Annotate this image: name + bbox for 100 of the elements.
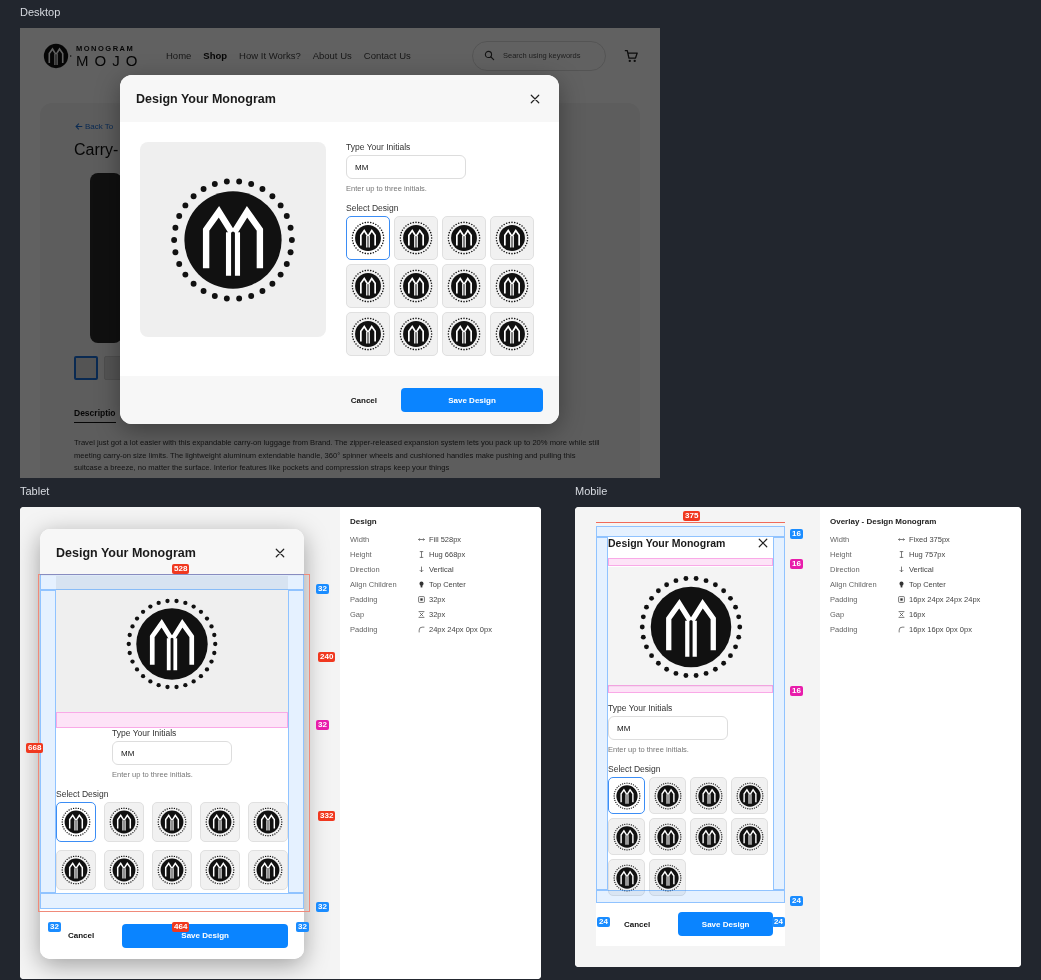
monogram-emblem-icon	[61, 807, 91, 837]
monogram-emblem-icon	[653, 863, 682, 892]
monogram-emblem-icon	[61, 855, 91, 885]
monogram-emblem-icon	[157, 855, 187, 885]
width-arrows-icon	[418, 536, 425, 543]
measurement-label: 240	[318, 652, 336, 662]
gap-icon	[898, 611, 905, 618]
product-title: Carry-	[74, 141, 119, 160]
monogram-emblem-icon	[637, 574, 744, 680]
measurement-label: 16	[790, 529, 803, 539]
design-option[interactable]	[346, 216, 390, 260]
measurement-label: 32	[316, 720, 329, 730]
cart-icon	[624, 48, 638, 63]
monogram-emblem-icon	[495, 221, 529, 255]
corner-radius-icon	[898, 626, 905, 633]
cancel-button[interactable]: Cancel	[68, 931, 95, 940]
design-option[interactable]	[608, 777, 645, 814]
monogram-emblem-icon	[157, 807, 187, 837]
dialog-title: Design Your Monogram	[56, 545, 196, 560]
monogram-emblem-icon	[109, 807, 139, 837]
corner-radius-icon	[418, 626, 425, 633]
monogram-emblem-icon	[399, 269, 433, 303]
thumbnail[interactable]	[74, 356, 98, 380]
align-icon	[418, 581, 425, 588]
monogram-emblem-icon	[253, 807, 283, 837]
monogram-emblem-icon	[447, 317, 481, 351]
close-icon	[529, 92, 541, 105]
logo-wordmark: MOJO	[76, 52, 144, 68]
padding-icon	[898, 596, 905, 603]
measurement-label: 528	[172, 564, 190, 574]
initials-field[interactable]: MM	[346, 155, 466, 179]
measurement-label: 332	[318, 811, 336, 821]
nav-link[interactable]: How It Works?	[239, 50, 301, 61]
measurement-label: 668	[26, 743, 44, 753]
nav-link[interactable]: Contact Us	[363, 50, 411, 61]
save-design-button[interactable]: Save Design	[678, 912, 773, 936]
field-label: Type Your Initials	[346, 142, 412, 152]
measurement-label: 32	[296, 922, 309, 932]
section-label: Select Design	[56, 789, 110, 799]
height-icon	[418, 551, 425, 558]
height-icon	[898, 551, 905, 558]
initials-field[interactable]: MM	[112, 741, 232, 765]
monogram-emblem-icon	[205, 855, 235, 885]
monogram-emblem-icon	[694, 781, 723, 810]
measurement-label: 375	[683, 511, 701, 521]
back-link[interactable]: Back To	[74, 122, 114, 131]
measurement-label: 32	[48, 922, 61, 932]
close-icon	[757, 537, 769, 549]
width-arrows-icon	[898, 536, 905, 543]
monogram-emblem-icon	[653, 822, 682, 851]
monogram-emblem-icon	[495, 269, 529, 303]
monogram-emblem-icon	[351, 221, 385, 255]
section-label: Select Design	[608, 764, 662, 774]
align-icon	[898, 581, 905, 588]
nav-link[interactable]: Home	[166, 50, 192, 61]
monogram-emblem-icon	[612, 822, 641, 851]
field-label: Type Your Initials	[608, 703, 674, 713]
arrow-down-icon	[898, 566, 905, 573]
cancel-button[interactable]: Cancel	[350, 395, 377, 405]
monogram-emblem-icon	[253, 855, 283, 885]
nav-link[interactable]: Shop	[203, 50, 228, 61]
design-option[interactable]	[56, 802, 96, 842]
arrow-down-icon	[418, 566, 425, 573]
monogram-emblem-icon	[495, 317, 529, 351]
monogram-emblem-icon	[612, 781, 641, 810]
monogram-emblem-icon	[735, 781, 764, 810]
measurement-label: 32	[316, 902, 329, 912]
frame-label: Desktop	[20, 5, 62, 20]
measurement-label: 24	[772, 917, 785, 927]
monogram-emblem-icon	[735, 822, 764, 851]
measurement-label: 16	[790, 686, 803, 696]
monogram-emblem-icon	[109, 855, 139, 885]
monogram-emblem-icon	[351, 317, 385, 351]
field-label: Type Your Initials	[112, 728, 178, 738]
measurement-label: 16	[790, 559, 803, 569]
panel-title: Overlay - Design Monogram	[830, 517, 938, 526]
description-tab[interactable]: Descriptio	[74, 408, 116, 423]
monogram-emblem-icon	[653, 781, 682, 810]
dialog-title: Design Your Monogram	[136, 91, 276, 106]
dialog-title: Design Your Monogram	[608, 537, 726, 549]
panel-title: Design	[350, 517, 378, 526]
search-icon	[484, 50, 495, 61]
arrow-left-icon	[74, 122, 83, 131]
nav-link[interactable]: About Us	[312, 50, 352, 61]
frame-label: Tablet	[20, 484, 51, 499]
monogram-emblem-icon	[694, 822, 723, 851]
monogram-emblem-icon	[125, 597, 219, 691]
monogram-emblem-icon	[447, 221, 481, 255]
monogram-emblem-icon	[447, 269, 481, 303]
section-label: Select Design	[346, 203, 400, 213]
initials-field[interactable]: MM	[608, 716, 728, 740]
measurement-label: 24	[790, 896, 803, 906]
close-icon	[274, 546, 286, 559]
monogram-emblem-icon	[351, 269, 385, 303]
measurement-label: 24	[597, 917, 610, 927]
padding-icon	[418, 596, 425, 603]
cancel-button[interactable]: Cancel	[624, 919, 651, 929]
monogram-emblem-icon	[205, 807, 235, 837]
save-design-button[interactable]: Save Design	[401, 388, 543, 412]
measurement-label: 32	[316, 584, 329, 594]
